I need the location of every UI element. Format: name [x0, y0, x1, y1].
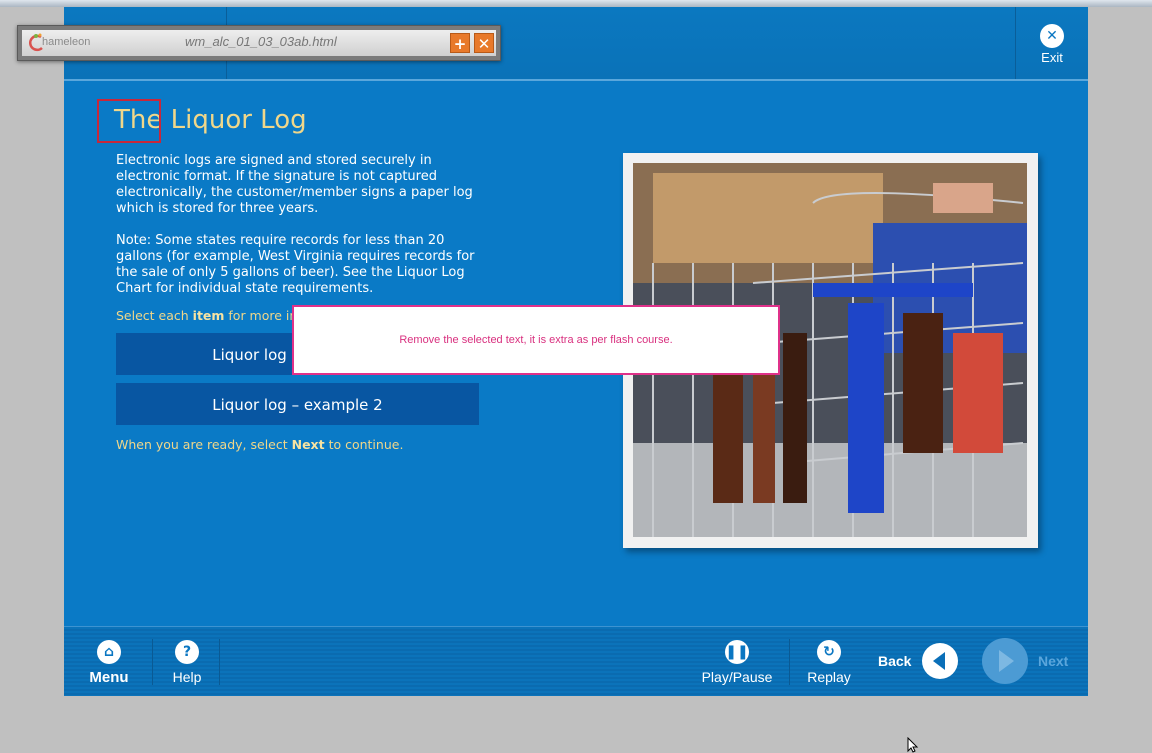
back-label: Back	[878, 653, 912, 669]
add-comment-button[interactable]: +	[450, 33, 470, 53]
replay-icon: ↻	[817, 640, 841, 664]
replay-button[interactable]: ↻ Replay	[802, 627, 856, 696]
chameleon-brand: hameleon	[42, 36, 91, 48]
continue-prefix: When you are ready, select	[116, 437, 292, 452]
next-label: Next	[1038, 653, 1069, 669]
plus-icon: +	[453, 35, 467, 53]
select-prefix: Select each	[116, 308, 193, 323]
continue-bold: Next	[291, 437, 325, 452]
continue-instruction: When you are ready, select Next to conti…	[116, 437, 403, 452]
play-pause-label: Play/Pause	[701, 669, 773, 685]
footer-divider	[789, 639, 790, 685]
help-label: Help	[172, 669, 202, 685]
footer-divider	[219, 639, 220, 685]
review-comment-text: Remove the selected text, it is extra as…	[399, 334, 673, 346]
menu-label: Menu	[89, 669, 129, 686]
footer-divider	[152, 639, 153, 685]
select-bold: item	[192, 308, 225, 323]
selected-text-highlight	[97, 99, 161, 143]
review-comment-box: Remove the selected text, it is extra as…	[292, 305, 780, 375]
back-button[interactable]	[922, 643, 958, 679]
exit-button[interactable]: ✕ Exit	[1015, 7, 1088, 79]
current-filename: wm_alc_01_03_03ab.html	[185, 34, 337, 49]
chameleon-bar-inner: hameleon wm_alc_01_03_03ab.html + ✕	[22, 30, 496, 56]
paragraph-electronic-logs: Electronic logs are signed and stored se…	[116, 153, 473, 216]
close-circle-icon: ✕	[1040, 24, 1064, 48]
help-icon: ?	[175, 640, 199, 664]
continue-suffix: to continue.	[324, 437, 404, 452]
pause-icon: ❚❚	[725, 640, 749, 664]
home-icon: ⌂	[97, 640, 121, 664]
exit-label: Exit	[1041, 50, 1063, 65]
select-instruction: Select each item for more info	[116, 308, 309, 323]
title-rest: Liquor Log	[162, 105, 307, 135]
chameleon-viewer-bar: hameleon wm_alc_01_03_03ab.html + ✕	[17, 25, 501, 61]
liquor-log-example-2-button[interactable]: Liquor log – example 2	[116, 383, 479, 425]
mouse-cursor-icon	[907, 737, 919, 753]
close-viewer-button[interactable]: ✕	[474, 33, 494, 53]
arrow-right-icon	[999, 650, 1014, 672]
close-icon: ✕	[477, 35, 491, 53]
help-button[interactable]: ? Help	[162, 627, 212, 696]
menu-button[interactable]: ⌂ Menu	[82, 627, 136, 696]
browser-top-strip	[0, 0, 1152, 7]
arrow-left-icon	[933, 652, 945, 670]
course-footer: ⌂ Menu ? Help ❚❚ Play/Pause ↻ Replay Bac…	[64, 626, 1088, 696]
next-button[interactable]	[982, 638, 1028, 684]
play-pause-button[interactable]: ❚❚ Play/Pause	[700, 627, 774, 696]
replay-label: Replay	[807, 669, 851, 685]
paragraph-note: Note: Some states require records for le…	[116, 233, 475, 296]
